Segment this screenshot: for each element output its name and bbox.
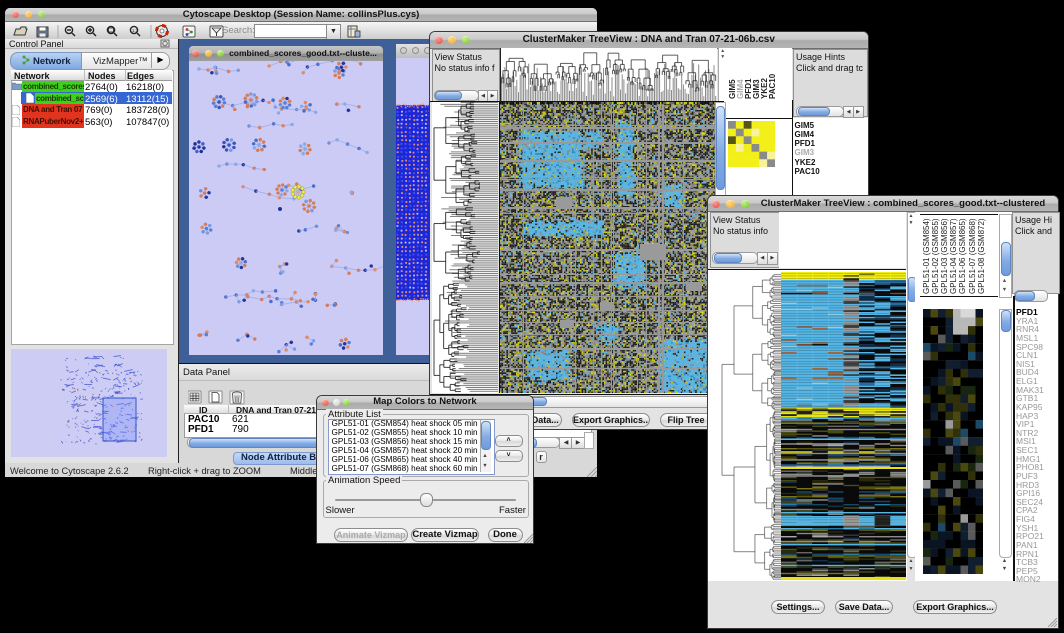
- svg-text:1:1: 1:1: [132, 28, 139, 33]
